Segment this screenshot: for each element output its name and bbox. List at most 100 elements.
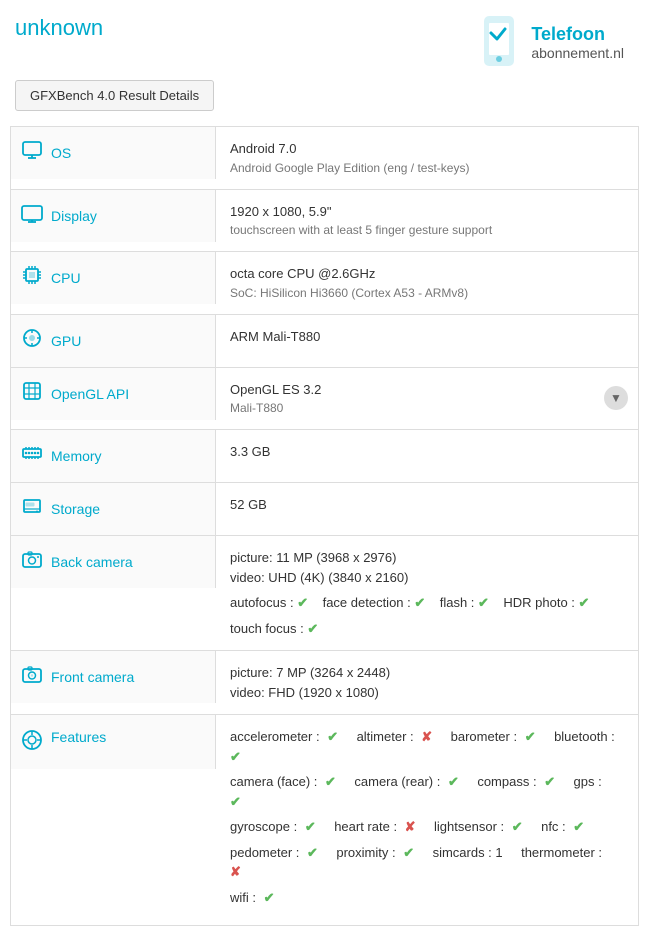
features-row: Features accelerometer : ✔ altimeter : ✘… (11, 715, 638, 925)
barometer-label: barometer : (451, 729, 521, 744)
memory-label-cell: Memory (11, 430, 216, 482)
gpu-icon (21, 327, 43, 355)
cpu-label-cell: CPU (11, 252, 216, 304)
pedometer-check: ✔ (307, 845, 318, 860)
touch-focus-label: touch focus : (230, 621, 307, 636)
cpu-icon (21, 264, 43, 292)
features-line-3: gyroscope : ✔ heart rate : ✘ lightsensor… (230, 817, 624, 837)
back-camera-picture: picture: 11 MP (3968 x 2976) (230, 548, 624, 568)
os-label-cell: OS (11, 127, 216, 179)
cpu-row: CPU octa core CPU @2.6GHz SoC: HiSilicon… (11, 252, 638, 315)
memory-value: 3.3 GB (216, 430, 638, 474)
cpu-value: octa core CPU @2.6GHz SoC: HiSilicon Hi3… (216, 252, 638, 314)
cpu-label-text: CPU (51, 270, 81, 286)
storage-label-text: Storage (51, 501, 100, 517)
phone-icon (473, 15, 525, 67)
back-camera-row: Back camera picture: 11 MP (3968 x 2976)… (11, 536, 638, 651)
lightsensor-check: ✔ (512, 819, 523, 834)
barometer-check: ✔ (525, 729, 536, 744)
camera-rear-check: ✔ (448, 774, 459, 789)
front-camera-icon (21, 663, 43, 691)
gps-label: gps : (574, 774, 602, 789)
accelerometer-label: accelerometer : (230, 729, 323, 744)
nfc-label: nfc : (541, 819, 569, 834)
gpu-label-cell: GPU (11, 315, 216, 367)
flash-label: flash : (440, 595, 478, 610)
logo-brand-line2: abonnement.nl (531, 45, 624, 61)
altimeter-label: altimeter : (357, 729, 418, 744)
front-camera-value: picture: 7 MP (3264 x 2448) video: FHD (… (216, 651, 638, 714)
opengl-expand-button[interactable]: ▼ (604, 386, 628, 410)
features-value: accelerometer : ✔ altimeter : ✘ baromete… (216, 715, 638, 925)
hdr-check: ✔ (579, 595, 590, 610)
front-camera-label-cell: Front camera (11, 651, 216, 703)
page-header: unknown Telefoon abonnement.nl (0, 0, 649, 80)
back-camera-features-line1: autofocus : ✔ face detection : ✔ flash :… (230, 593, 624, 613)
gyroscope-label: gyroscope : (230, 819, 301, 834)
display-label-cell: Display (11, 190, 216, 242)
gyroscope-check: ✔ (305, 819, 316, 834)
features-line-5: wifi : ✔ (230, 888, 624, 908)
autofocus-label: autofocus : (230, 595, 297, 610)
back-camera-label-cell: Back camera (11, 536, 216, 588)
opengl-main: OpenGL ES 3.2 (230, 380, 598, 400)
back-camera-value: picture: 11 MP (3968 x 2976) video: UHD … (216, 536, 638, 650)
storage-value: 52 GB (216, 483, 638, 527)
face-detection-label: face detection : (323, 595, 415, 610)
storage-icon (21, 495, 43, 523)
logo: Telefoon abonnement.nl (463, 10, 634, 75)
gpu-row: GPU ARM Mali-T880 (11, 315, 638, 368)
result-table: OS Android 7.0 Android Google Play Editi… (10, 126, 639, 926)
display-sub: touchscreen with at least 5 finger gestu… (230, 221, 624, 239)
front-camera-label-text: Front camera (51, 669, 134, 685)
bluetooth-label: bluetooth : (554, 729, 615, 744)
os-value: Android 7.0 Android Google Play Edition … (216, 127, 638, 189)
hdr-label: HDR photo : (503, 595, 578, 610)
features-line-4: pedometer : ✔ proximity : ✔ simcards : 1… (230, 843, 624, 882)
touch-focus-check: ✔ (307, 621, 318, 636)
os-sub: Android Google Play Edition (eng / test-… (230, 159, 624, 177)
proximity-label: proximity : (336, 845, 399, 860)
face-detection-check: ✔ (414, 595, 425, 610)
memory-main: 3.3 GB (230, 442, 624, 462)
display-row: Display 1920 x 1080, 5.9" touchscreen wi… (11, 190, 638, 253)
cpu-main: octa core CPU @2.6GHz (230, 264, 624, 284)
front-camera-row: Front camera picture: 7 MP (3264 x 2448)… (11, 651, 638, 715)
camera-rear-label: camera (rear) : (354, 774, 444, 789)
display-value: 1920 x 1080, 5.9" touchscreen with at le… (216, 190, 638, 252)
front-camera-picture: picture: 7 MP (3264 x 2448) (230, 663, 624, 683)
lightsensor-label: lightsensor : (434, 819, 508, 834)
page-title: unknown (15, 10, 103, 41)
camera-face-check: ✔ (325, 774, 336, 789)
logo-brand-line1: Telefoon (531, 24, 605, 45)
opengl-sub: Mali-T880 (230, 399, 598, 417)
os-row: OS Android 7.0 Android Google Play Editi… (11, 127, 638, 190)
nfc-check: ✔ (573, 819, 584, 834)
accelerometer-check: ✔ (327, 729, 338, 744)
wifi-check: ✔ (264, 890, 275, 905)
storage-label-cell: Storage (11, 483, 216, 535)
memory-icon (21, 442, 43, 470)
display-icon (21, 202, 43, 230)
storage-row: Storage 52 GB (11, 483, 638, 536)
display-label-text: Display (51, 208, 97, 224)
gpu-main: ARM Mali-T880 (230, 327, 624, 347)
heart-rate-label: heart rate : (334, 819, 400, 834)
bluetooth-check: ✔ (230, 749, 241, 764)
autofocus-check: ✔ (297, 595, 308, 610)
thermometer-label: thermometer : (521, 845, 602, 860)
proximity-check: ✔ (403, 845, 414, 860)
tab-bar: GFXBench 4.0 Result Details (0, 80, 649, 121)
pedometer-label: pedometer : (230, 845, 303, 860)
compass-check: ✔ (544, 774, 555, 789)
opengl-label-cell: OpenGL API (11, 368, 216, 420)
features-label-text: Features (51, 729, 106, 745)
gps-check: ✔ (230, 794, 241, 809)
features-line-1: accelerometer : ✔ altimeter : ✘ baromete… (230, 727, 624, 766)
memory-label-text: Memory (51, 448, 102, 464)
camera-face-label: camera (face) : (230, 774, 321, 789)
back-camera-label-text: Back camera (51, 554, 133, 570)
gfxbench-tab[interactable]: GFXBench 4.0 Result Details (15, 80, 214, 111)
flash-check: ✔ (478, 595, 489, 610)
wifi-label: wifi : (230, 890, 260, 905)
